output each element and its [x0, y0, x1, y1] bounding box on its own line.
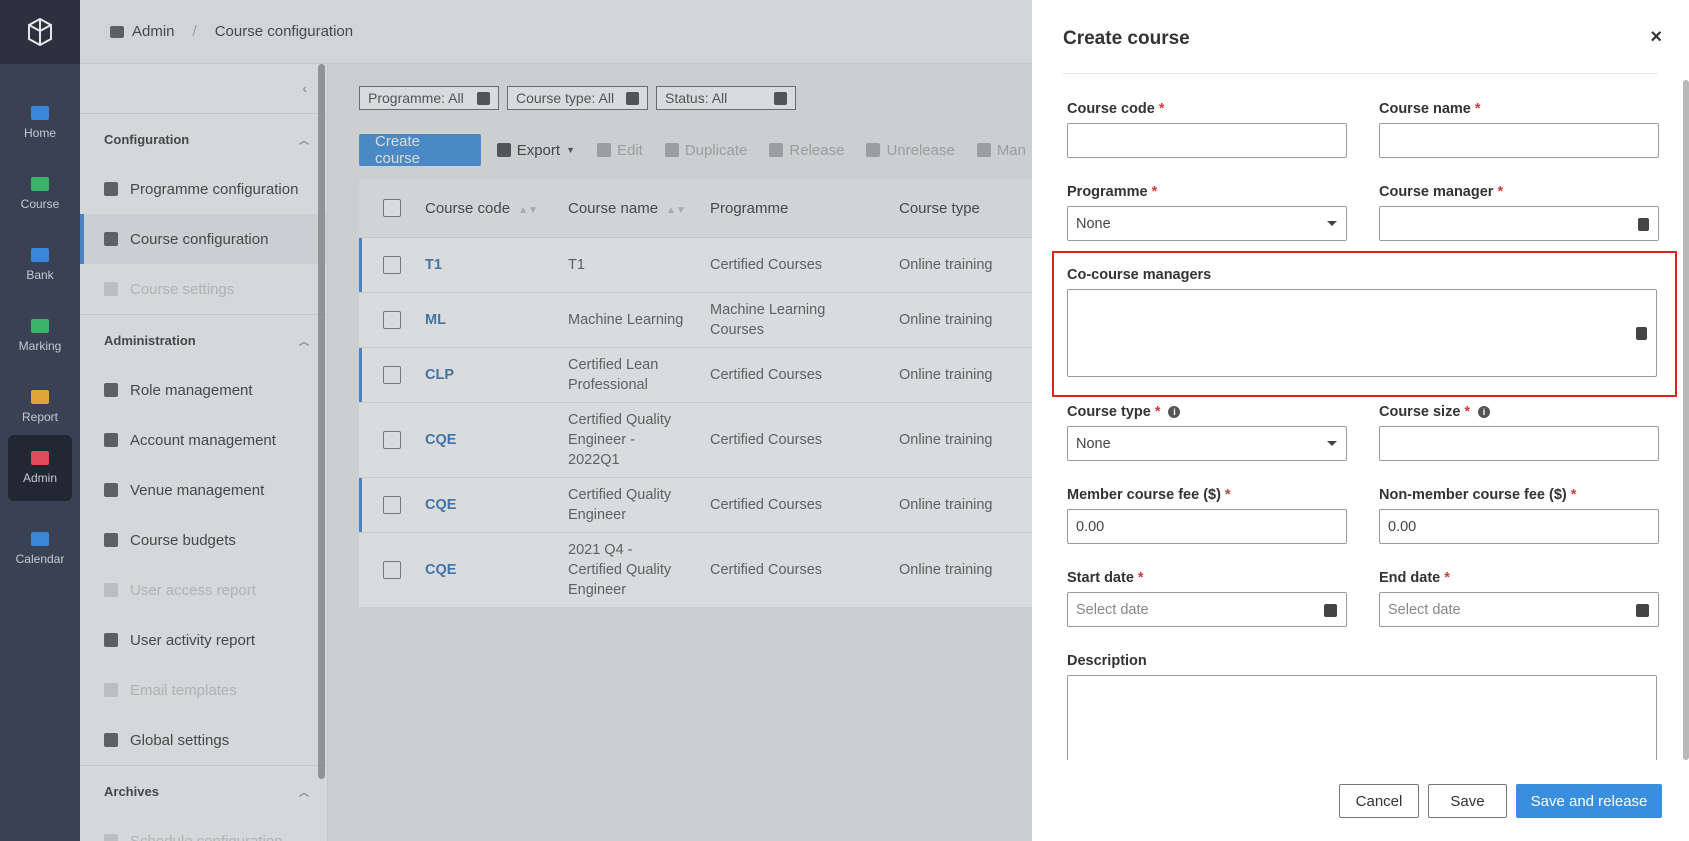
admin-icon — [31, 451, 49, 465]
info-icon[interactable]: i — [1168, 406, 1181, 418]
rail-label-report: Report — [21, 410, 59, 424]
rail-item-report[interactable]: Report — [8, 374, 72, 440]
app-rail: Home Course Bank Marking Report Admin Ca… — [0, 0, 80, 841]
start-date-field: Start date * Select date — [1067, 569, 1347, 627]
cancel-button[interactable]: Cancel — [1339, 784, 1419, 818]
caret-down-icon — [1327, 441, 1337, 446]
rail-label-course: Course — [20, 197, 60, 211]
logo-icon — [28, 17, 52, 47]
drawer-title: Create course — [1063, 28, 1190, 49]
chart-icon — [31, 390, 49, 404]
nonmember-fee-input[interactable]: 0.00 — [1379, 509, 1659, 544]
description-label: Description — [1067, 653, 1147, 669]
course-type-select[interactable]: None — [1067, 426, 1347, 461]
save-and-release-button[interactable]: Save and release — [1516, 784, 1662, 818]
rail-label-bank: Bank — [26, 268, 54, 282]
close-icon[interactable]: × — [1650, 26, 1662, 49]
rail-item-course[interactable]: Course — [8, 161, 72, 227]
start-date-input[interactable]: Select date — [1067, 592, 1347, 627]
description-field: Description — [1067, 652, 1657, 785]
course-code-field: Course code * — [1067, 100, 1347, 158]
caret-down-icon — [1327, 221, 1337, 226]
rail-label-calendar: Calendar — [15, 552, 65, 566]
programme-select[interactable]: None — [1067, 206, 1347, 241]
course-name-field: Course name * — [1379, 100, 1659, 158]
end-date-input[interactable]: Select date — [1379, 592, 1659, 627]
course-size-field: Course size * i — [1379, 403, 1659, 461]
end-date-field: End date * Select date — [1379, 569, 1659, 627]
course-manager-field: Course manager * — [1379, 183, 1659, 241]
rail-item-admin[interactable]: Admin — [8, 435, 72, 501]
co-course-managers-field: Co-course managers — [1067, 266, 1657, 377]
info-icon[interactable]: i — [1478, 406, 1491, 418]
course-code-input[interactable] — [1067, 123, 1347, 158]
course-manager-input[interactable] — [1379, 206, 1659, 241]
co-course-managers-label: Co-course managers — [1067, 267, 1212, 283]
home-icon — [31, 106, 49, 120]
calendar-icon[interactable] — [1324, 604, 1337, 617]
course-size-input[interactable] — [1379, 426, 1659, 461]
contact-picker-icon[interactable] — [1638, 218, 1649, 231]
create-course-drawer: Create course × Course code * Course name… — [1032, 0, 1689, 841]
rail-label-admin: Admin — [22, 471, 57, 485]
marking-icon — [31, 319, 49, 333]
bank-icon — [31, 248, 49, 262]
calendar-icon[interactable] — [1636, 604, 1649, 617]
drawer-scrollbar[interactable] — [1683, 80, 1689, 760]
course-type-field: Course type * i None — [1067, 403, 1347, 461]
cube-icon — [31, 177, 49, 191]
nonmember-fee-field: Non-member course fee ($) * 0.00 — [1379, 486, 1659, 544]
rail-item-marking[interactable]: Marking — [8, 303, 72, 369]
member-fee-field: Member course fee ($) * 0.00 — [1067, 486, 1347, 544]
calendar-icon — [31, 532, 49, 546]
rail-item-home[interactable]: Home — [8, 90, 72, 156]
save-button[interactable]: Save — [1428, 784, 1507, 818]
modal-backdrop[interactable] — [80, 0, 1032, 841]
drawer-footer: Cancel Save Save and release — [1032, 760, 1689, 841]
contact-picker-icon[interactable] — [1636, 327, 1647, 340]
co-course-managers-input[interactable] — [1067, 289, 1657, 377]
course-name-input[interactable] — [1379, 123, 1659, 158]
rail-item-bank[interactable]: Bank — [8, 232, 72, 298]
app-logo[interactable] — [0, 0, 80, 64]
rail-label-home: Home — [23, 126, 56, 140]
member-fee-input[interactable]: 0.00 — [1067, 509, 1347, 544]
programme-field: Programme * None — [1067, 183, 1347, 241]
rail-label-marking: Marking — [18, 339, 62, 353]
rail-item-calendar[interactable]: Calendar — [8, 516, 72, 582]
